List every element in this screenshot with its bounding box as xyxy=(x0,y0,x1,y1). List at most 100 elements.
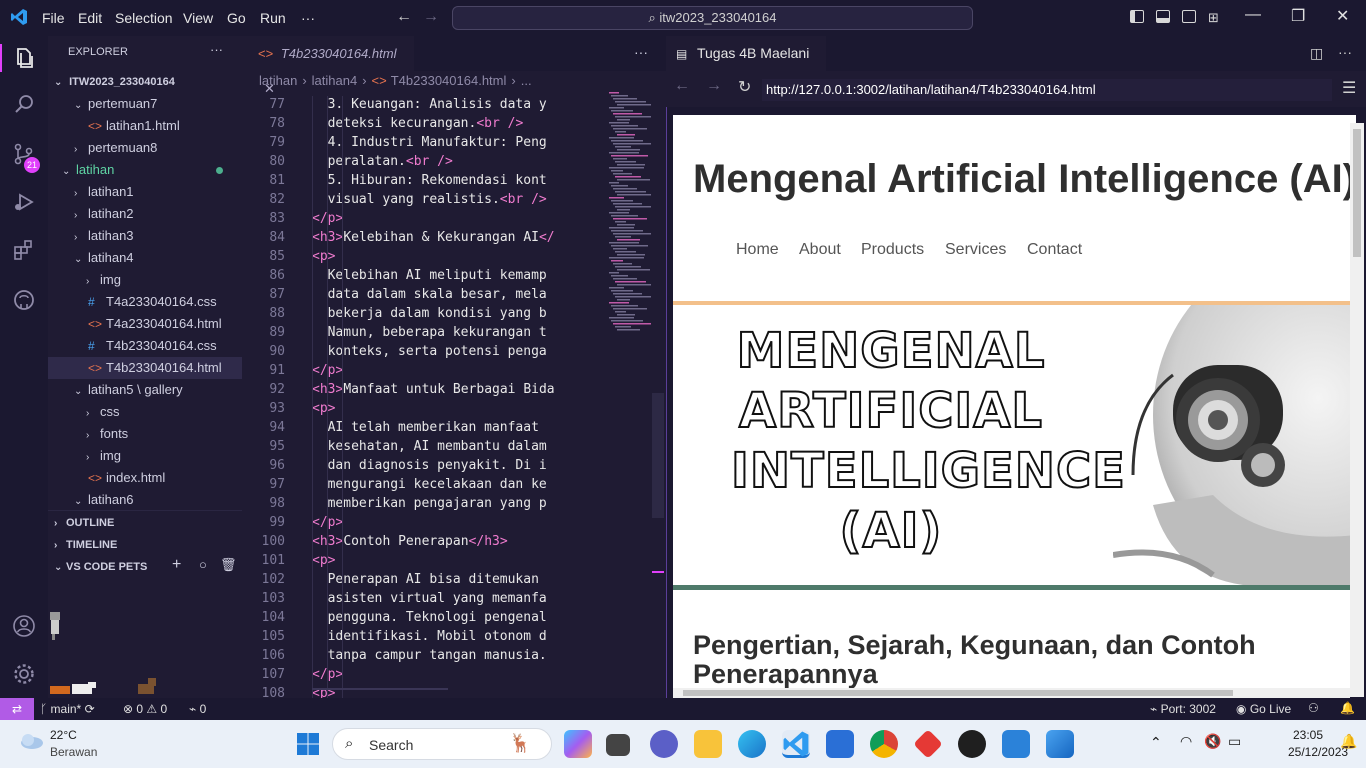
toggle-secondary-sidebar-icon[interactable] xyxy=(1182,10,1196,23)
extensions-icon[interactable] xyxy=(12,238,36,262)
go-live-button[interactable]: ◉ Go Live xyxy=(1236,702,1291,716)
breadcrumb-item[interactable]: ... xyxy=(521,73,532,88)
code-area[interactable]: 77 3. Keuangan: Analisis data y 78 deteksi … xyxy=(242,96,605,698)
git-app-icon[interactable] xyxy=(913,729,943,759)
page-vertical-scrollbar[interactable] xyxy=(1350,123,1364,697)
split-editor-icon[interactable]: ◫ xyxy=(1310,45,1323,62)
github-icon[interactable] xyxy=(12,288,36,312)
toggle-primary-sidebar-icon[interactable] xyxy=(1130,10,1144,23)
file-explorer-icon[interactable] xyxy=(694,730,722,758)
close-window-button[interactable]: ✕ xyxy=(1336,6,1349,26)
tree-item[interactable]: › img xyxy=(48,269,242,291)
breadcrumb-item[interactable]: T4b233040164.html xyxy=(391,73,507,88)
tree-item[interactable]: › latihan1 xyxy=(48,181,242,203)
tree-item[interactable]: › latihan2 xyxy=(48,203,242,225)
menu-item[interactable]: ··· xyxy=(301,10,315,26)
workspace-root[interactable]: ⌄ ITW2023_233040164 xyxy=(48,71,242,93)
remote-indicator[interactable]: ⇄ xyxy=(0,698,34,720)
preview-back-icon[interactable]: ← xyxy=(674,77,690,95)
edge-browser-icon[interactable] xyxy=(738,730,766,758)
settings-gear-icon[interactable] xyxy=(12,662,36,686)
panel-more-icon[interactable]: ··· xyxy=(1338,44,1352,60)
toggle-panel-icon[interactable] xyxy=(1156,10,1170,23)
volume-muted-icon[interactable]: 🔇 xyxy=(1204,733,1221,750)
notification-center-icon[interactable]: 🔔 xyxy=(1340,733,1357,750)
menu-item[interactable]: Run xyxy=(260,10,286,26)
tree-item[interactable]: › pertemuan8 xyxy=(48,137,242,159)
tree-item[interactable]: › fonts xyxy=(48,423,242,445)
tree-item[interactable]: ⌄ latihan xyxy=(48,159,242,181)
page-hscroll-thumb[interactable] xyxy=(683,690,1233,696)
tree-item[interactable]: # T4a233040164.css xyxy=(48,291,242,313)
tree-item[interactable]: › css xyxy=(48,401,242,423)
obs-icon[interactable] xyxy=(958,730,986,758)
run-debug-icon[interactable] xyxy=(12,190,36,214)
preview-reload-icon[interactable]: ↻ xyxy=(738,77,751,97)
command-center-search[interactable]: ⌕ itw2023_233040164 xyxy=(452,6,973,30)
preview-menu-icon[interactable]: ☰ xyxy=(1342,78,1356,98)
breadcrumb-item[interactable]: latihan xyxy=(259,73,297,88)
editor-tab-active[interactable]: <> T4b233040164.html ✕ xyxy=(242,36,414,96)
customize-layout-icon[interactable]: ⊞ xyxy=(1208,10,1219,26)
minimap[interactable] xyxy=(605,92,655,332)
menu-item[interactable]: View xyxy=(183,10,213,26)
forward-arrow-icon[interactable]: → xyxy=(423,8,439,26)
menu-item[interactable]: File xyxy=(42,10,65,26)
store-icon[interactable] xyxy=(826,730,854,758)
editor-more-actions-icon[interactable]: ··· xyxy=(634,44,648,60)
tray-chevron-up-icon[interactable]: ⌃ xyxy=(1150,734,1162,751)
page-horizontal-scrollbar[interactable] xyxy=(673,688,1350,698)
wifi-icon[interactable]: ◠ xyxy=(1180,733,1192,750)
vscode-taskbar-icon[interactable] xyxy=(782,730,810,758)
tree-item[interactable]: <> latihan1.html xyxy=(48,115,242,137)
nav-link-about[interactable]: About xyxy=(799,241,841,259)
menu-item[interactable]: Selection xyxy=(115,10,173,26)
restore-button[interactable]: ❐ xyxy=(1291,6,1305,26)
tree-item[interactable]: <> T4b233040164.html xyxy=(48,357,242,379)
trash-icon[interactable]: 🗑 xyxy=(220,557,237,573)
preview-url-input[interactable]: http://127.0.0.1:3002/latihan/latihan4/T… xyxy=(762,79,1332,101)
ports-status[interactable]: ⌁ 0 xyxy=(189,702,206,716)
problems-status[interactable]: ⊗ 0 ⚠ 0 xyxy=(123,702,167,716)
chrome-icon[interactable] xyxy=(870,730,898,758)
nav-link-services[interactable]: Services xyxy=(945,241,1006,259)
minimize-button[interactable]: — xyxy=(1245,6,1261,24)
sidebar-section-timeline[interactable]: › TIMELINE xyxy=(48,534,242,556)
tree-item[interactable]: # T4b233040164.css xyxy=(48,335,242,357)
page-scroll-thumb[interactable] xyxy=(1353,129,1361,257)
add-pet-icon[interactable]: + xyxy=(172,556,181,574)
photos-icon[interactable] xyxy=(1046,730,1074,758)
sidebar-section-outline[interactable]: › OUTLINE xyxy=(48,512,242,534)
editor-scrollbar[interactable] xyxy=(652,393,664,518)
explorer-more-button[interactable]: ··· xyxy=(210,42,223,57)
back-arrow-icon[interactable]: ← xyxy=(396,8,412,26)
start-button-icon[interactable] xyxy=(296,732,320,756)
tree-item[interactable]: › latihan3 xyxy=(48,225,242,247)
nav-link-products[interactable]: Products xyxy=(861,241,924,259)
tree-item[interactable]: › img xyxy=(48,445,242,467)
task-view-icon[interactable] xyxy=(606,734,630,756)
tree-item[interactable]: <> T4a233040164.html xyxy=(48,313,242,335)
notepad-icon[interactable] xyxy=(1002,730,1030,758)
feedback-icon[interactable]: ⚇ xyxy=(1308,701,1319,715)
tree-item[interactable]: <> index.html xyxy=(48,467,242,489)
meet-chat-icon[interactable] xyxy=(650,730,678,758)
notifications-bell-icon[interactable]: 🔔 xyxy=(1340,701,1355,715)
copilot-icon[interactable] xyxy=(564,730,592,758)
menu-item[interactable]: Edit xyxy=(78,10,102,26)
nav-link-contact[interactable]: Contact xyxy=(1027,241,1082,259)
account-icon[interactable] xyxy=(12,614,36,638)
tree-item[interactable]: ⌄ latihan4 xyxy=(48,247,242,269)
menu-item[interactable]: Go xyxy=(227,10,246,26)
clock-time[interactable]: 23:05 xyxy=(1293,728,1323,742)
circle-icon[interactable]: ○ xyxy=(199,557,207,572)
tree-item[interactable]: ⌄ latihan6 xyxy=(48,489,242,511)
sidebar-section-vs-code-pets[interactable]: ⌄ VS CODE PETS xyxy=(48,556,242,578)
explorer-icon[interactable] xyxy=(12,46,36,70)
breadcrumb-item[interactable]: latihan4 xyxy=(312,73,358,88)
preview-forward-icon[interactable]: → xyxy=(706,77,722,95)
live-server-port[interactable]: ⌁ Port: 3002 xyxy=(1150,702,1216,716)
battery-icon[interactable]: ▭ xyxy=(1228,733,1241,750)
branch-status[interactable]: ᚴ main* ⟳ xyxy=(40,702,95,716)
taskbar-search-box[interactable]: ⌕ Search 🦌 xyxy=(332,728,552,760)
